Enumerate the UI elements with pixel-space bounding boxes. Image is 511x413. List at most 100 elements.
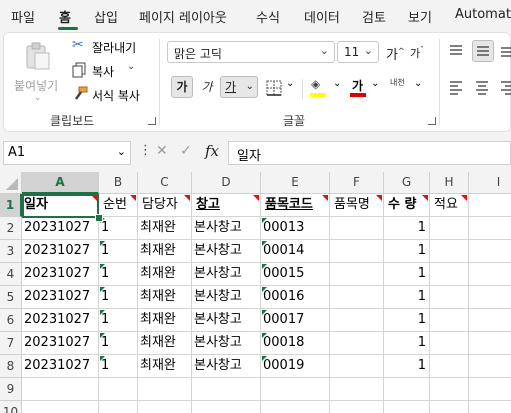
- table-cell[interactable]: 20231027: [22, 309, 99, 332]
- table-cell[interactable]: 1: [99, 263, 138, 286]
- increase-font-size-button[interactable]: 가^: [386, 44, 405, 63]
- menu-data[interactable]: 데이터: [304, 7, 340, 26]
- table-cell[interactable]: 1: [384, 332, 430, 355]
- column-header-b[interactable]: B: [99, 172, 138, 194]
- cell[interactable]: [192, 401, 261, 413]
- table-cell[interactable]: 20231027: [22, 217, 99, 240]
- cell[interactable]: [469, 286, 511, 309]
- header-cell[interactable]: 일자: [22, 194, 99, 217]
- cell[interactable]: [469, 401, 511, 413]
- cell[interactable]: [99, 378, 138, 401]
- column-header-e[interactable]: E: [261, 172, 330, 194]
- menu-home[interactable]: 홈: [59, 7, 71, 26]
- column-header-h[interactable]: H: [430, 172, 469, 194]
- cell[interactable]: [22, 401, 99, 413]
- table-cell[interactable]: [330, 217, 384, 240]
- table-cell[interactable]: 20231027: [22, 286, 99, 309]
- cell[interactable]: [469, 263, 511, 286]
- table-cell[interactable]: 1: [99, 355, 138, 378]
- header-cell[interactable]: 수 량: [384, 194, 430, 217]
- cell[interactable]: [469, 378, 511, 401]
- enter-icon[interactable]: ✓: [180, 143, 192, 159]
- table-cell[interactable]: 1: [384, 286, 430, 309]
- table-cell[interactable]: 본사창고: [192, 332, 261, 355]
- cell[interactable]: [330, 378, 384, 401]
- cell[interactable]: [469, 332, 511, 355]
- menu-automate[interactable]: Automate: [455, 7, 511, 22]
- more-options-icon[interactable]: ⋮: [139, 143, 152, 158]
- table-cell[interactable]: 1: [384, 217, 430, 240]
- table-cell[interactable]: 00016: [261, 286, 330, 309]
- table-cell[interactable]: 00017: [261, 309, 330, 332]
- column-header-a[interactable]: A: [22, 172, 99, 194]
- fill-color-button[interactable]: ◈ ⌄: [309, 77, 345, 99]
- menu-view[interactable]: 보기: [408, 7, 432, 26]
- header-cell[interactable]: 순번: [99, 194, 138, 217]
- menu-review[interactable]: 검토: [362, 7, 386, 26]
- cell[interactable]: [261, 378, 330, 401]
- table-cell[interactable]: 20231027: [22, 332, 99, 355]
- insert-function-icon[interactable]: fx: [205, 142, 219, 160]
- table-cell[interactable]: [430, 286, 469, 309]
- table-cell[interactable]: 1: [99, 217, 138, 240]
- align-right-button[interactable]: [499, 79, 511, 97]
- table-cell[interactable]: 본사창고: [192, 263, 261, 286]
- table-cell[interactable]: 00013: [261, 217, 330, 240]
- table-cell[interactable]: 1: [99, 240, 138, 263]
- table-cell[interactable]: 1: [384, 355, 430, 378]
- table-cell[interactable]: 00014: [261, 240, 330, 263]
- table-cell[interactable]: [330, 286, 384, 309]
- cell[interactable]: [138, 401, 192, 413]
- cell[interactable]: [22, 378, 99, 401]
- cell[interactable]: [469, 217, 511, 240]
- menu-insert[interactable]: 삽입: [94, 7, 118, 26]
- table-cell[interactable]: [430, 263, 469, 286]
- table-cell[interactable]: 최재완: [138, 286, 192, 309]
- font-size-dropdown[interactable]: 11 ⌄: [337, 41, 379, 63]
- cell[interactable]: [330, 401, 384, 413]
- table-cell[interactable]: [330, 240, 384, 263]
- table-cell[interactable]: 본사창고: [192, 309, 261, 332]
- table-cell[interactable]: 본사창고: [192, 240, 261, 263]
- table-cell[interactable]: 최재완: [138, 240, 192, 263]
- table-cell[interactable]: 1: [384, 263, 430, 286]
- column-header-g[interactable]: G: [384, 172, 430, 194]
- align-bottom-button[interactable]: [499, 43, 511, 61]
- table-cell[interactable]: 1: [384, 240, 430, 263]
- fill-handle[interactable]: [95, 214, 103, 222]
- table-cell[interactable]: 본사창고: [192, 286, 261, 309]
- table-cell[interactable]: 1: [384, 309, 430, 332]
- header-cell[interactable]: 창고: [192, 194, 261, 217]
- decrease-font-size-button[interactable]: 가ˇ: [410, 45, 424, 61]
- cell[interactable]: [430, 378, 469, 401]
- menu-page-layout[interactable]: 페이지 레이아웃: [139, 7, 227, 26]
- column-header-d[interactable]: D: [192, 172, 261, 194]
- column-header-f[interactable]: F: [330, 172, 384, 194]
- align-center-button[interactable]: [474, 79, 492, 97]
- cell[interactable]: [469, 194, 511, 217]
- header-cell[interactable]: 품목명: [330, 194, 384, 217]
- cell[interactable]: [192, 378, 261, 401]
- row-header-8[interactable]: 8: [0, 355, 22, 378]
- table-cell[interactable]: 1: [99, 309, 138, 332]
- table-cell[interactable]: [430, 240, 469, 263]
- row-header-1[interactable]: 1: [0, 194, 22, 217]
- table-cell[interactable]: [330, 309, 384, 332]
- table-cell[interactable]: 최재완: [138, 332, 192, 355]
- header-cell[interactable]: 담당자: [138, 194, 192, 217]
- clipboard-dialog-launcher-icon[interactable]: [148, 117, 156, 125]
- font-color-button[interactable]: 가 ⌄: [349, 77, 383, 99]
- table-cell[interactable]: 최재완: [138, 217, 192, 240]
- row-header-4[interactable]: 4: [0, 263, 22, 286]
- header-cell[interactable]: 품목코드: [261, 194, 330, 217]
- menu-formulas[interactable]: 수식: [256, 7, 280, 26]
- cell[interactable]: [99, 401, 138, 413]
- table-cell[interactable]: [430, 332, 469, 355]
- cell[interactable]: [469, 240, 511, 263]
- table-cell[interactable]: 00019: [261, 355, 330, 378]
- align-middle-button[interactable]: [472, 40, 494, 62]
- phonetic-button[interactable]: 내천 ⌄: [390, 77, 424, 99]
- align-left-button[interactable]: [448, 79, 466, 97]
- row-header-5[interactable]: 5: [0, 286, 22, 309]
- table-cell[interactable]: 최재완: [138, 263, 192, 286]
